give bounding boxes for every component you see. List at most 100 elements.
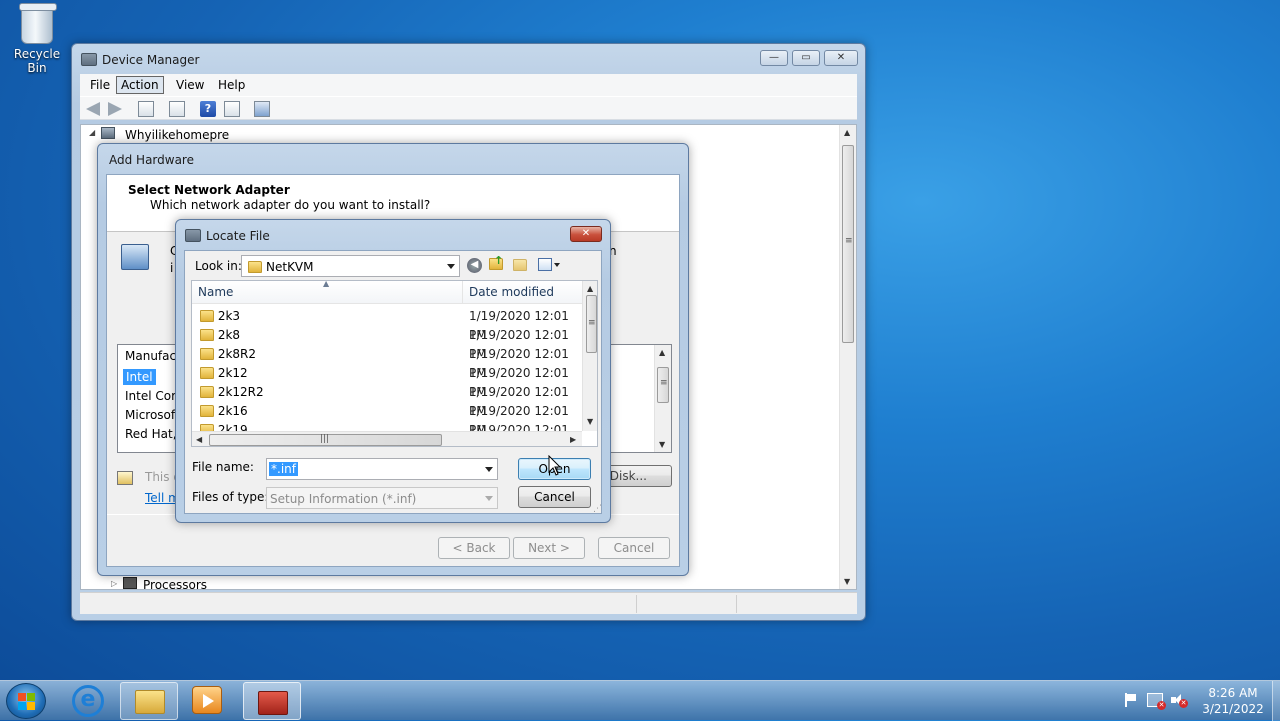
view-menu-icon[interactable]: [538, 258, 562, 273]
scroll-thumb[interactable]: ≡: [586, 295, 597, 353]
folder-icon: [200, 310, 214, 322]
file-name-label: File name:: [192, 460, 254, 474]
wizard-cancel-button[interactable]: Cancel: [598, 537, 670, 559]
scroll-right-icon[interactable]: ▶: [570, 435, 576, 444]
device-tree-scrollbar[interactable]: ▲ ≡ ▼: [839, 125, 856, 589]
properties-icon[interactable]: [169, 101, 185, 117]
recycle-bin-icon[interactable]: Recycle Bin: [4, 3, 70, 75]
file-row[interactable]: 2k8 1/19/2020 12:01 PM: [192, 326, 582, 361]
up-folder-icon[interactable]: ↑: [489, 254, 505, 273]
next-button[interactable]: Next >: [513, 537, 585, 559]
maximize-button[interactable]: ▭: [792, 50, 820, 66]
help-icon[interactable]: ?: [200, 101, 216, 117]
processor-icon: [123, 577, 137, 589]
start-button[interactable]: [6, 683, 46, 719]
menu-file[interactable]: File: [86, 77, 114, 93]
column-date-modified[interactable]: Date modified: [463, 281, 582, 304]
update-driver-icon[interactable]: [224, 101, 240, 117]
explorer-taskbar-button[interactable]: [120, 682, 178, 720]
scroll-up-icon[interactable]: ▲: [659, 348, 665, 357]
window-title: Device Manager: [102, 53, 200, 67]
new-folder-icon[interactable]: [513, 258, 529, 272]
show-hide-tree-icon[interactable]: [138, 101, 154, 117]
add-hardware-title: Add Hardware: [109, 153, 194, 167]
file-row[interactable]: 2k12 1/19/2020 12:01 PM: [192, 364, 582, 399]
close-button[interactable]: ✕: [570, 226, 602, 242]
scroll-left-icon[interactable]: ◀: [196, 435, 202, 444]
file-row[interactable]: 2k16 1/19/2020 12:01 PM: [192, 402, 582, 437]
add-hardware-titlebar[interactable]: Add Hardware: [98, 144, 688, 174]
tree-item-processors[interactable]: Processors: [143, 578, 207, 592]
manufacturer-item[interactable]: Microsoft: [125, 408, 180, 422]
menu-view[interactable]: View: [172, 77, 208, 93]
show-desktop-button[interactable]: [1272, 681, 1280, 721]
file-row[interactable]: 2k19 1/19/2020 12:01 PM: [192, 421, 582, 431]
clock[interactable]: 8:26 AM 3/21/2022: [1196, 685, 1270, 717]
locate-file-dialog: Locate File ✕ Look in: NetKVM ◀ ↑ Name ▲…: [175, 219, 611, 523]
computer-icon: [101, 127, 115, 139]
network-status-icon[interactable]: ✕: [1147, 693, 1166, 710]
network-adapter-icon: [121, 244, 149, 270]
minimize-button[interactable]: —: [760, 50, 788, 66]
file-name: 2k12: [217, 366, 248, 380]
wizard-heading: Select Network Adapter: [128, 183, 290, 197]
file-row[interactable]: 2k3 1/19/2020 12:01 PM: [192, 307, 582, 342]
file-name: 2k3: [217, 309, 241, 323]
expand-icon[interactable]: ▷: [111, 579, 117, 588]
file-row[interactable]: 2k12R2 1/19/2020 12:01 PM: [192, 383, 582, 418]
folder-icon: [248, 261, 262, 273]
locate-file-titlebar[interactable]: Locate File ✕: [176, 220, 610, 250]
tree-root-label[interactable]: Whyilikehomepre: [125, 128, 229, 142]
network-icon: [185, 229, 201, 242]
file-name: 2k8: [217, 328, 241, 342]
chevron-down-icon: [485, 467, 493, 472]
clock-time: 8:26 AM: [1208, 686, 1258, 700]
close-button[interactable]: ✕: [824, 50, 858, 66]
manufacturer-item[interactable]: Intel: [123, 369, 156, 385]
file-list[interactable]: Name ▲ Date modified 2k3 1/19/2020 12:01 …: [191, 280, 598, 447]
action-center-flag-icon[interactable]: [1124, 693, 1136, 707]
look-in-dropdown[interactable]: NetKVM: [241, 255, 460, 277]
scroll-thumb[interactable]: ≡: [842, 145, 854, 343]
collapse-icon[interactable]: ◢: [89, 128, 95, 137]
file-list-hscroll[interactable]: ◀ ||| ▶: [192, 431, 582, 446]
files-of-type-value: Setup Information (*.inf): [270, 492, 417, 506]
forward-arrow-icon[interactable]: [108, 102, 122, 116]
scan-hardware-icon[interactable]: [254, 101, 270, 117]
menu-help[interactable]: Help: [214, 77, 249, 93]
volume-muted-icon[interactable]: ✕: [1171, 693, 1188, 708]
file-name-value: *.inf: [269, 462, 298, 476]
folder-icon: [200, 386, 214, 398]
media-player-icon[interactable]: [192, 686, 222, 714]
resize-grip[interactable]: ⋰: [593, 504, 602, 514]
cursor-icon: [548, 455, 562, 476]
folder-icon: [135, 690, 165, 714]
folder-icon: [200, 424, 214, 431]
file-row[interactable]: 2k8R2 1/19/2020 12:01 PM: [192, 345, 582, 380]
file-list-vscroll[interactable]: ▲ ≡ ▼: [582, 281, 597, 431]
scroll-down-icon[interactable]: ▼: [844, 577, 850, 586]
trash-icon: [19, 3, 57, 44]
device-manager-titlebar[interactable]: Device Manager — ▭ ✕: [72, 44, 865, 74]
files-of-type-dropdown[interactable]: Setup Information (*.inf): [266, 487, 498, 509]
menu-action[interactable]: Action: [116, 76, 164, 94]
scroll-down-icon[interactable]: ▼: [587, 417, 593, 426]
file-name-input[interactable]: *.inf: [266, 458, 498, 480]
instruction-text-fragment-2: i: [170, 261, 174, 275]
model-list-scrollbar[interactable]: ▲ ≡ ▼: [654, 345, 671, 452]
back-arrow-icon[interactable]: [86, 102, 100, 116]
files-of-type-label: Files of type:: [192, 490, 269, 504]
back-button[interactable]: < Back: [438, 537, 510, 559]
file-name: 2k16: [217, 404, 248, 418]
dialog-cancel-button[interactable]: Cancel: [518, 486, 591, 508]
device-manager-taskbar-button[interactable]: [243, 682, 301, 720]
back-icon[interactable]: ◀: [467, 258, 482, 273]
file-name: 2k12R2: [217, 385, 264, 399]
scroll-up-icon[interactable]: ▲: [844, 128, 850, 137]
scroll-up-icon[interactable]: ▲: [587, 284, 593, 293]
scroll-down-icon[interactable]: ▼: [659, 440, 665, 449]
internet-explorer-icon[interactable]: e: [72, 685, 104, 717]
folder-icon: [200, 405, 214, 417]
hscroll-thumb[interactable]: |||: [209, 434, 442, 446]
scroll-thumb[interactable]: ≡: [657, 367, 669, 403]
